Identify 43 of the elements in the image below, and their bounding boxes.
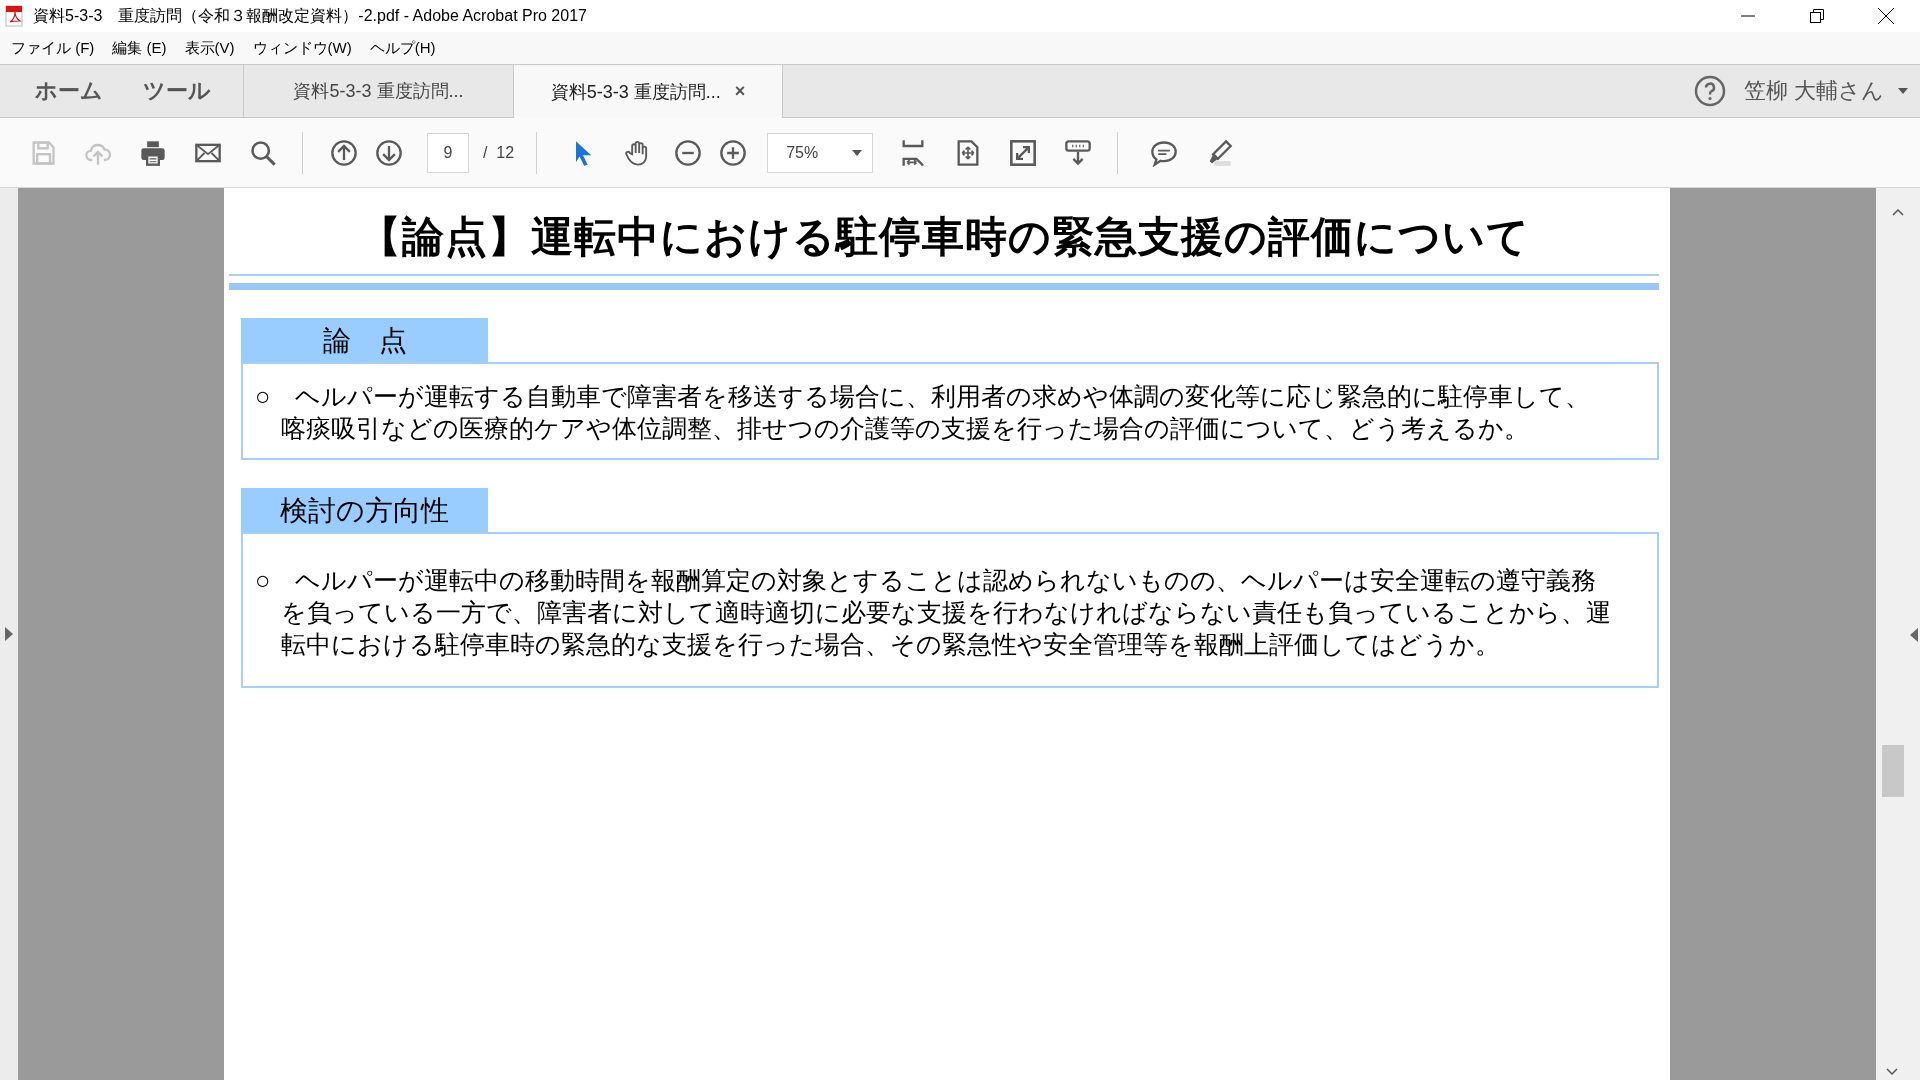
menu-item[interactable]: ヘルプ(H) — [360, 34, 445, 62]
document-tab[interactable]: 資料5-3-3 重度訪問... × — [513, 65, 783, 118]
menu-item[interactable]: ウィンドウ(W) — [243, 34, 361, 62]
zoom-in-icon — [718, 138, 747, 167]
expand-panel-icon[interactable] — [5, 627, 13, 641]
document-title: 【論点】運転中における駐停車時の緊急支援の評価について — [357, 212, 1531, 262]
nav-tab[interactable]: ツール — [123, 65, 231, 117]
expand-icon — [1008, 138, 1037, 167]
scroll-down-icon[interactable] — [1886, 1068, 1898, 1076]
menu-item[interactable]: ファイル (F) — [2, 34, 104, 62]
dropdown-caret-icon — [852, 149, 863, 156]
expand-panel-icon[interactable] — [1910, 628, 1918, 642]
close-icon — [1877, 8, 1894, 24]
speech-bubble-icon — [1149, 138, 1178, 167]
section-heading: 検討の方向性 — [241, 488, 488, 532]
page-count: / 12 — [483, 143, 515, 162]
text-line: ○ ヘルパーが運転する自動車で障害者を移送する場合に、利用者の求めや体調の変化等に応じ緊急的に駐停車して、 — [255, 381, 1592, 412]
close-tab-button[interactable]: × — [734, 81, 746, 102]
help-icon[interactable] — [1693, 75, 1726, 107]
scrollbar-thumb[interactable] — [1882, 745, 1904, 797]
page-number-field[interactable]: 9 — [427, 132, 469, 173]
zoom-dropdown[interactable]: 75% — [767, 132, 874, 173]
nav-tab[interactable]: ホーム — [15, 65, 123, 117]
text-line: 転中における駐停車時の緊急的な支援を行った場合、その緊急性や安全管理等を報酬上評価してはどうか。 — [280, 629, 1501, 660]
menu-item[interactable]: 表示(V) — [175, 34, 244, 62]
dropdown-caret-icon — [1898, 88, 1908, 94]
printer-icon — [138, 138, 167, 167]
search-icon — [248, 138, 277, 167]
arrow-down-circle-icon — [374, 138, 403, 167]
menu-item[interactable]: 編集 (E) — [103, 34, 176, 62]
restore-icon — [1809, 9, 1824, 23]
text-line: ○ ヘルパーが運転中の移動時間を報酬算定の対象とすることは認められないものの、ヘルパーは安全運転の遵守義務 — [255, 565, 1598, 596]
keyboard-download-icon — [1063, 138, 1092, 167]
scroll-up-icon[interactable] — [1892, 208, 1904, 216]
arrow-up-circle-icon — [329, 138, 358, 167]
user-menu[interactable]: 笠柳 大輔さん — [1743, 65, 1920, 117]
section-heading: 論 点 — [241, 318, 488, 362]
text-line: を負っている一方で、障害者に対して適時適切に必要な支援を行わなければならない責任も負っていることから、運 — [280, 597, 1612, 628]
window-title: 資料5-3-3 重度訪問（令和３報酬改定資料）-2.pdf - Adobe Acrobat Pro 2017 — [33, 5, 588, 26]
text-line: 喀痰吸引などの医療的ケアや体位調整、排せつの介護等の支援を行った場合の評価について、どう考えるか。 — [280, 413, 1530, 444]
zoom-out-icon — [673, 138, 702, 167]
minimize-icon — [1740, 15, 1755, 17]
pdf-app-icon — [5, 5, 25, 27]
